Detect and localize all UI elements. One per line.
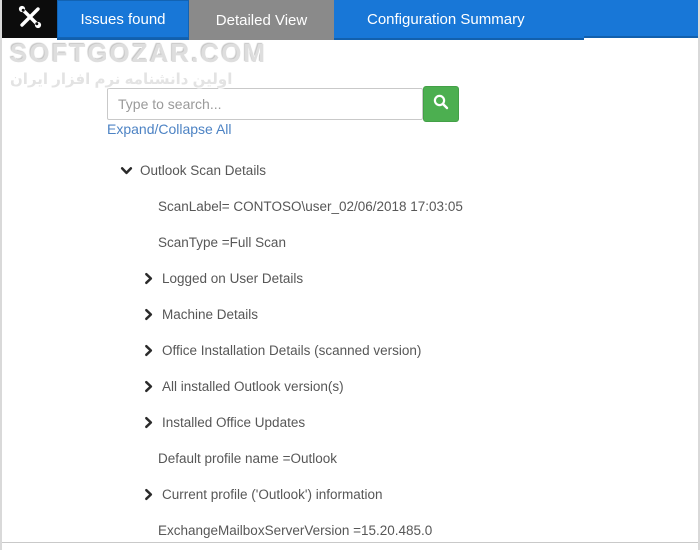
tab-detailed-view[interactable]: Detailed View	[189, 0, 334, 40]
chevron-down-icon[interactable]	[120, 164, 133, 177]
tree-item-installed-office-updates[interactable]: Installed Office Updates	[142, 404, 305, 440]
tree-item-label: Logged on User Details	[162, 270, 304, 286]
tree-item-label: Machine Details	[162, 306, 259, 322]
tools-icon	[16, 3, 44, 36]
tree-item-default-profile-name: Default profile name =Outlook	[158, 440, 337, 476]
app-window: Issues found Detailed View Configuration…	[0, 0, 700, 550]
chevron-right-icon[interactable]	[142, 380, 155, 393]
search-icon	[432, 93, 450, 116]
tree-item-scantype: ScanType =Full Scan	[158, 224, 286, 260]
search-input[interactable]	[107, 88, 423, 120]
tab-issues-found-label: Issues found	[80, 10, 166, 28]
watermark: SOFTGOZAR.COM اولین دانشنامه نرم افزار ا…	[10, 38, 267, 88]
tab-configuration-summary-label: Configuration Summary	[367, 10, 525, 28]
watermark-title: SOFTGOZAR.COM	[10, 38, 268, 68]
tree-item-office-installation-details[interactable]: Office Installation Details (scanned ver…	[142, 332, 421, 368]
tree-item-label: Current profile ('Outlook') information	[162, 486, 383, 502]
chevron-right-icon[interactable]	[142, 308, 155, 321]
tree-item-label: Default profile name =Outlook	[158, 450, 337, 466]
tab-configuration-summary[interactable]: Configuration Summary	[334, 0, 584, 40]
tree-item-machine-details[interactable]: Machine Details	[142, 296, 258, 332]
app-menu-button[interactable]	[2, 0, 57, 38]
tree-item-label: Office Installation Details (scanned ver…	[162, 342, 422, 358]
tree-item-label: ScanType =Full Scan	[158, 234, 286, 250]
watermark-subtitle: اولین دانشنامه نرم افزار ایران	[10, 71, 233, 88]
tree-item-all-installed-outlook-versions[interactable]: All installed Outlook version(s)	[142, 368, 344, 404]
expand-collapse-all-link[interactable]: Expand/Collapse All	[107, 121, 232, 137]
tab-bar: Issues found Detailed View Configuration…	[2, 0, 698, 40]
tree-item-label: Installed Office Updates	[162, 414, 306, 430]
tree-item-label: ExchangeMailboxServerVersion =15.20.485.…	[158, 522, 433, 538]
tree-item-logged-on-user-details[interactable]: Logged on User Details	[142, 260, 303, 296]
tree-item-label: Outlook Scan Details	[140, 162, 267, 178]
chevron-right-icon[interactable]	[142, 488, 155, 501]
tree-item-current-profile-information[interactable]: Current profile ('Outlook') information	[142, 476, 383, 512]
bottom-divider	[2, 542, 698, 543]
tree-item-label: All installed Outlook version(s)	[162, 378, 344, 394]
tree-item-label: ScanLabel= CONTOSO\user_02/06/2018 17:03…	[158, 198, 463, 214]
tree-item-outlook-scan-details[interactable]: Outlook Scan Details	[120, 152, 266, 188]
tab-detailed-view-label: Detailed View	[215, 11, 308, 29]
chevron-right-icon[interactable]	[142, 344, 155, 357]
search-button[interactable]	[423, 86, 459, 122]
tab-issues-found[interactable]: Issues found	[57, 0, 189, 40]
chevron-right-icon[interactable]	[142, 416, 155, 429]
tree-item-scanlabel: ScanLabel= CONTOSO\user_02/06/2018 17:03…	[158, 188, 463, 224]
chevron-right-icon[interactable]	[142, 272, 155, 285]
